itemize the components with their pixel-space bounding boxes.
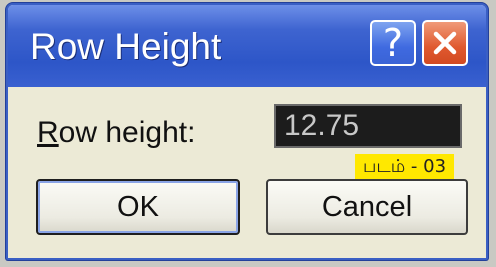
- row-height-input[interactable]: 12.75: [274, 104, 462, 148]
- row-height-label: Row height:: [37, 115, 195, 151]
- title-bar[interactable]: Row Height ?: [8, 5, 486, 87]
- help-icon: ?: [382, 21, 404, 65]
- row-height-dialog: Row Height ? Row height: 12.75 படம் - 03…: [6, 3, 488, 260]
- cancel-button-label: Cancel: [321, 190, 413, 223]
- figure-caption-badge: படம் - 03: [355, 154, 455, 179]
- row-height-label-text: ow height:: [58, 116, 196, 149]
- row-height-label-accesskey: R: [37, 116, 59, 149]
- ok-button-label: OK: [117, 190, 159, 223]
- help-button[interactable]: ?: [370, 20, 416, 66]
- close-icon: [433, 31, 457, 55]
- close-button[interactable]: [422, 20, 468, 66]
- dialog-body: Row height: 12.75 படம் - 03 OK Cancel: [8, 87, 486, 258]
- ok-button[interactable]: OK: [36, 179, 240, 235]
- dialog-title: Row Height: [30, 26, 222, 67]
- cancel-button[interactable]: Cancel: [266, 179, 468, 235]
